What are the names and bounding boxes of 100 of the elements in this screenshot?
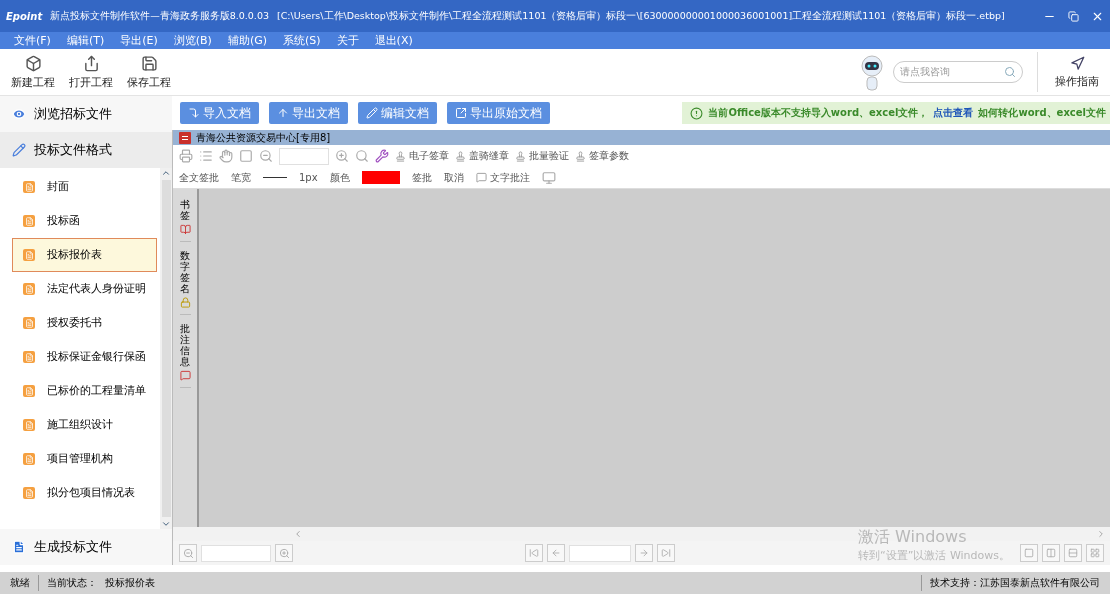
sidebar-item[interactable]: 授权委托书	[12, 306, 157, 340]
wrench-icon	[375, 149, 389, 163]
previous-page-button[interactable]	[547, 544, 566, 562]
comment-icon	[179, 370, 191, 381]
support-text: 技术支持：江苏国泰新点软件有限公司	[930, 576, 1100, 590]
status-text: 就绪	[10, 576, 30, 590]
color-label: 颜色	[329, 170, 350, 185]
scroll-down-icon[interactable]	[161, 519, 171, 529]
app-title: 新点投标文件制作软件—青海政务服务版8.0.0.03	[50, 9, 269, 23]
app-logo: Epoint	[6, 10, 43, 22]
file-path: [C:\Users\工作\Desktop\投标文件制作\工程全流程测试1101（资格后审）标段一\[630000000001000036001001]工程全流程测试1101（资格后审）标段一.etbp]	[276, 9, 1005, 23]
menu-item[interactable]: 退出(X)	[374, 33, 413, 48]
page-icon	[239, 149, 253, 163]
stamp-icon	[395, 150, 406, 162]
sidebar-item[interactable]: 投标函	[12, 204, 157, 238]
guide-button[interactable]: 操作指南	[1052, 55, 1102, 89]
arrow-right-icon	[639, 548, 650, 558]
next-page-button[interactable]	[635, 544, 654, 562]
document-icon	[23, 385, 35, 397]
zoom-in-button[interactable]	[275, 544, 293, 562]
menu-item[interactable]: 导出(E)	[120, 33, 158, 48]
pencil-icon	[12, 143, 26, 157]
cancel-button[interactable]: 取消	[443, 170, 464, 185]
book-view-button[interactable]	[1042, 544, 1060, 562]
skip-forward-icon	[661, 548, 672, 558]
navigation-icon	[1069, 55, 1085, 71]
side-tab[interactable]: 批注信息	[180, 323, 190, 367]
document-icon	[23, 351, 35, 363]
menu-item[interactable]: 关于	[336, 33, 359, 48]
seal-tool-button[interactable]: 签章参数	[575, 149, 629, 163]
notice-banner: 当前Office版本不支持导入word、excel文件， 点击查看 如何转化word、excel文件	[682, 102, 1110, 124]
toolbar-button[interactable]: 打开工程	[66, 54, 116, 90]
zoom-field[interactable]	[201, 544, 271, 562]
sidebar-item[interactable]: 拟分包项目情况表	[12, 476, 157, 510]
pen-width-value[interactable]: 1px	[299, 172, 318, 183]
document-icon	[23, 181, 35, 193]
toolbar-button[interactable]: 新建工程	[8, 54, 58, 90]
save-icon	[140, 54, 158, 72]
stamp-icon	[455, 150, 466, 162]
grid-view-button[interactable]	[1086, 544, 1104, 562]
book-icon	[179, 224, 191, 235]
status-value: 投标报价表	[105, 576, 155, 590]
robot-icon	[859, 52, 885, 92]
sidebar-section[interactable]: 投标文件格式	[0, 132, 172, 168]
menu-item[interactable]: 辅助(G)	[227, 33, 268, 48]
seal-tool-button[interactable]: 盖骑缝章	[455, 149, 509, 163]
list-icon	[199, 149, 213, 163]
document-icon	[23, 249, 35, 261]
monitor-icon	[541, 170, 556, 185]
activation-notice: 激活 Windows	[858, 527, 968, 548]
first-page-button[interactable]	[525, 544, 544, 562]
external-link-icon	[455, 107, 467, 119]
eye-icon	[12, 107, 26, 121]
menu-item[interactable]: 系统(S)	[283, 33, 321, 48]
scroll-right-icon[interactable]	[1096, 529, 1106, 539]
full-sign-button[interactable]: 全文签批	[179, 170, 219, 185]
sidebar-item[interactable]: 法定代表人身份证明	[12, 272, 157, 306]
restore-icon[interactable]	[1068, 10, 1079, 22]
scrollbar[interactable]	[160, 168, 172, 529]
last-page-button[interactable]	[657, 544, 676, 562]
sidebar-item[interactable]: 项目管理机构	[12, 442, 157, 476]
sidebar-item[interactable]: 施工组织设计	[12, 408, 157, 442]
zoom-field[interactable]	[279, 147, 329, 165]
zoom-in-icon	[335, 149, 349, 163]
pen-width-label: 笔宽	[231, 170, 251, 185]
stamp-icon	[515, 150, 526, 162]
continuous-view-button[interactable]	[1064, 544, 1082, 562]
menu-item[interactable]: 编辑(T)	[66, 33, 105, 48]
sidebar-item[interactable]: 已标价的工程量清单	[12, 374, 157, 408]
sidebar-item[interactable]: 封面	[12, 170, 157, 204]
sidebar-item[interactable]: 投标报价表	[12, 238, 157, 272]
side-tab[interactable]: 书签	[180, 199, 190, 221]
toolbar-button[interactable]: 保存工程	[124, 54, 174, 90]
document-icon	[23, 487, 35, 499]
alert-icon	[690, 106, 704, 120]
skip-back-icon	[529, 548, 540, 558]
page-icon	[1024, 548, 1034, 558]
color-swatch[interactable]	[361, 171, 400, 184]
hand-icon	[219, 149, 233, 163]
menu-item[interactable]: 浏览(B)	[173, 33, 212, 48]
single-page-button[interactable]	[1020, 544, 1038, 562]
viewer-title-bar: 青海公共资源交易中心[专用8]	[173, 130, 1110, 145]
page-field[interactable]	[569, 544, 632, 562]
sidebar-item[interactable]: 投标保证金银行保函	[12, 340, 157, 374]
document-icon	[12, 540, 26, 554]
zoom-out-button[interactable]	[179, 544, 197, 562]
columns-icon	[1046, 548, 1056, 558]
seal-tool-button[interactable]: 批量验证	[515, 149, 569, 163]
seal-tool-button[interactable]: 电子签章	[395, 149, 449, 163]
text-note-button[interactable]: 文字批注	[475, 170, 530, 185]
status-label: 当前状态：	[47, 576, 97, 590]
menu-item[interactable]: 文件(F)	[14, 33, 51, 48]
scroll-left-icon[interactable]	[293, 529, 303, 539]
view-link[interactable]: 点击查看	[933, 106, 974, 120]
zoom-in-icon	[278, 547, 290, 559]
sign-button[interactable]: 签批	[411, 170, 432, 185]
side-tab[interactable]: 数字签名	[180, 250, 190, 294]
comment-icon	[475, 172, 487, 183]
scroll-up-icon[interactable]	[161, 168, 171, 178]
search-icon	[355, 149, 369, 163]
